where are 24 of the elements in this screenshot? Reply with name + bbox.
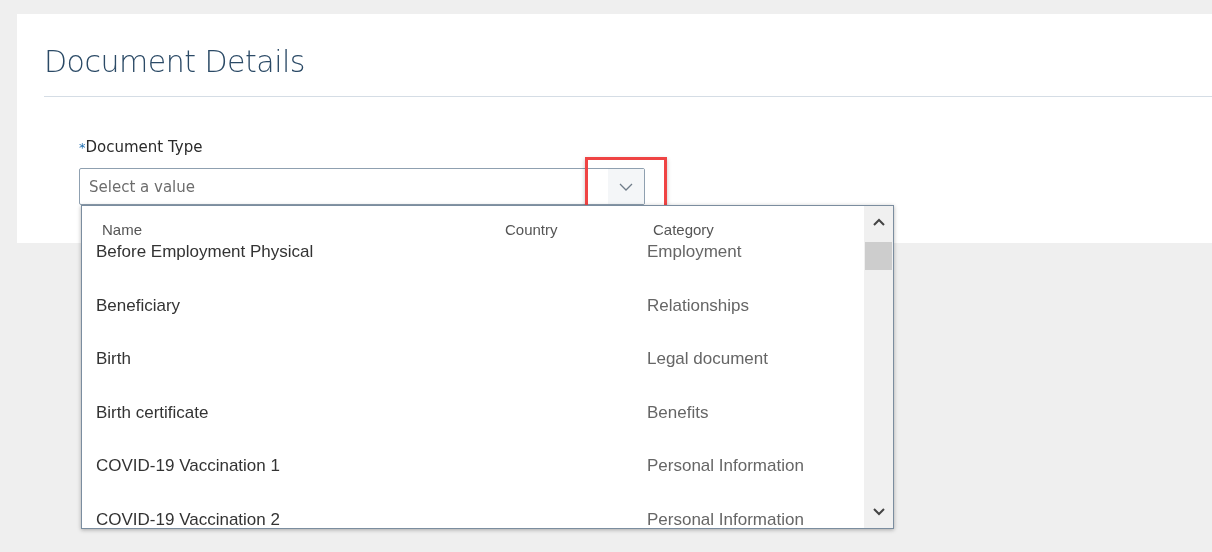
name-cell[interactable]: Birth [96, 349, 499, 369]
page-title: Document Details [44, 14, 1212, 97]
category-cell-text: Benefits [647, 402, 710, 423]
category-cell-text: Relationships [647, 295, 751, 316]
category-cell-text: Personal Information [647, 456, 805, 476]
category-cell-text: Employment [647, 242, 743, 262]
scroll-down-icon[interactable] [872, 508, 885, 516]
name-cell[interactable]: COVID-19 Vaccination 2 [96, 509, 499, 528]
name-cell[interactable]: Birth certificate [96, 402, 499, 423]
name-cell[interactable]: COVID-19 Vaccination 1 [96, 456, 499, 476]
category-cell-text: Legal document [647, 349, 769, 369]
name-cell[interactable]: Before Employment Physical [96, 242, 499, 262]
chevron-down-icon[interactable] [608, 169, 644, 204]
column-header: Category [653, 221, 715, 238]
input-field[interactable]: Select a value [87, 176, 608, 197]
column-header: Name [102, 221, 143, 238]
category-cell-text: Personal Information [647, 509, 805, 528]
scroll-thumb[interactable] [865, 242, 892, 270]
scroll-up-icon[interactable] [872, 218, 885, 226]
column-header: Country [505, 221, 559, 238]
document-type-select[interactable]: Select a value [79, 168, 645, 205]
field-label: *Document Type [79, 138, 204, 157]
name-cell[interactable]: Beneficiary [96, 295, 499, 316]
scrollbar[interactable] [864, 206, 893, 528]
